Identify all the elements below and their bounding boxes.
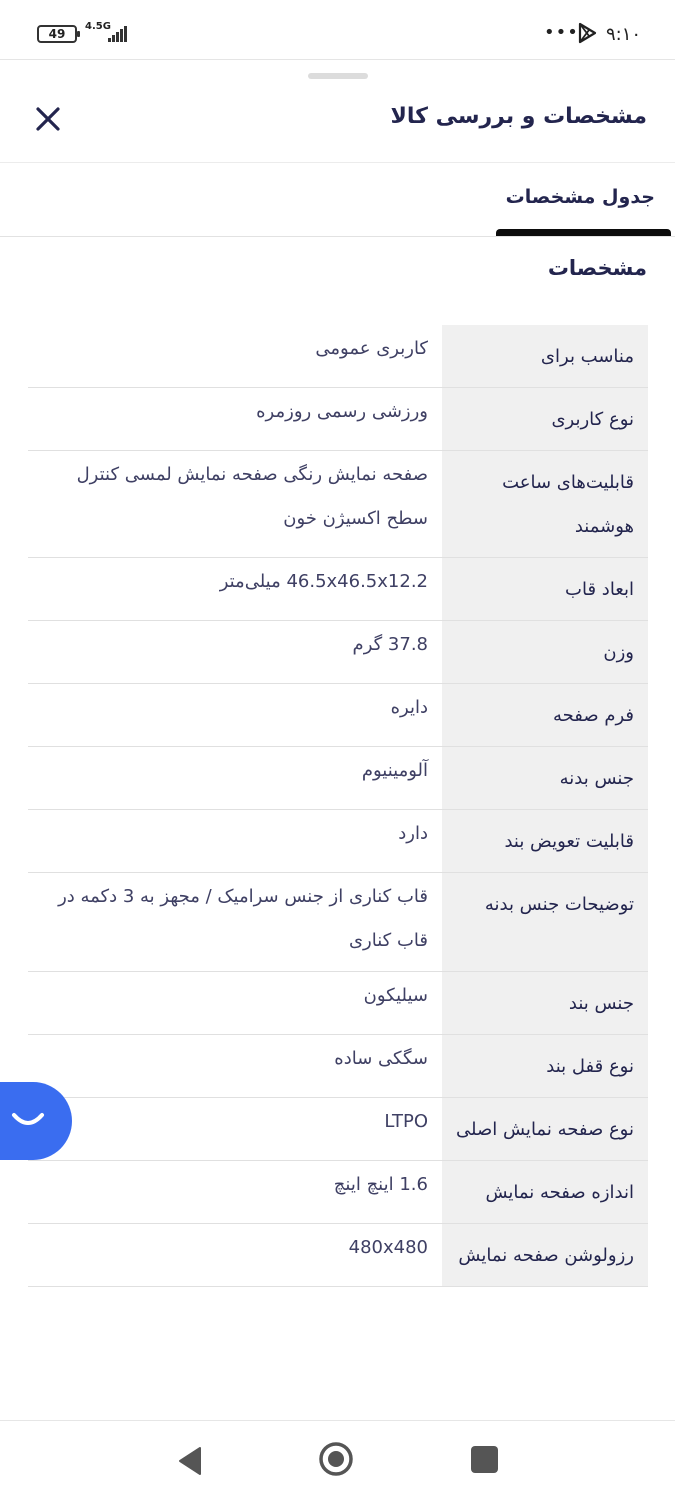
table-row: نوع صفحه نمایش اصلی LTPO [28,1098,648,1161]
spec-key: ابعاد قاب [442,558,648,620]
play-store-icon [578,22,597,44]
table-row: نوع قفل بند سگکی ساده [28,1035,648,1098]
spec-value: کاربری عمومی [315,338,428,359]
back-triangle-icon[interactable] [176,1445,204,1477]
spec-key: قابلیت‌های ساعت هوشمند [442,451,648,557]
notification-dots-icon: ••• [544,22,579,43]
section-title: مشخصات [547,256,647,280]
table-row: فرم صفحه دایره [28,684,648,747]
spec-key: نوع صفحه نمایش اصلی [442,1098,648,1160]
spec-value: 1.6 اینچ اینچ [333,1174,428,1195]
battery-indicator: 49 [37,25,80,43]
header-divider [0,162,675,163]
table-row: قابلیت تعویض بند دارد [28,810,648,873]
spec-key: اندازه صفحه نمایش [442,1161,648,1223]
table-row: نوع کاربری ورزشی رسمی روزمره [28,388,648,451]
chat-smile-icon [12,1113,44,1125]
spec-value: دایره [390,697,428,718]
spec-key: قابلیت تعویض بند [442,810,648,872]
spec-value: ورزشی رسمی روزمره [256,401,428,422]
spec-value: دارد [398,823,428,844]
close-icon[interactable] [34,105,62,133]
spec-value: 480x480 [348,1237,428,1258]
recents-square-icon[interactable] [471,1446,498,1473]
table-row: توضیحات جنس بدنه قاب کناری از جنس سرامیک… [28,873,648,972]
table-row: جنس بند سیلیکون [28,972,648,1035]
spec-key: مناسب برای [442,325,648,387]
table-row: اندازه صفحه نمایش 1.6 اینچ اینچ [28,1161,648,1224]
system-navigation-bar [0,1420,675,1500]
status-bar: 49 4.5G ••• ۹:۱۰ [0,0,675,60]
table-row: رزولوشن صفحه نمایش 480x480 [28,1224,648,1287]
spec-key: جنس بدنه [442,747,648,809]
table-row: قابلیت‌های ساعت هوشمند صفحه نمایش رنگی ص… [28,451,648,558]
spec-value: سیلیکون [363,985,428,1006]
spec-key: فرم صفحه [442,684,648,746]
spec-value: سگکی ساده [334,1048,428,1069]
specs-table: مناسب برای کاربری عمومی نوع کاربری ورزشی… [28,325,648,1287]
tabs-divider [0,236,675,237]
spec-key: نوع کاربری [442,388,648,450]
spec-key: نوع قفل بند [442,1035,648,1097]
sheet-title: مشخصات و بررسی کالا [390,104,647,129]
home-circle-icon[interactable] [318,1441,354,1477]
spec-key: رزولوشن صفحه نمایش [442,1224,648,1286]
sheet-drag-handle[interactable] [308,73,368,79]
spec-value: صفحه نمایش رنگی صفحه نمایش لمسی کنترل سط… [76,464,428,529]
spec-key: وزن [442,621,648,683]
tab-specs-table[interactable]: جدول مشخصات [506,186,655,208]
table-row: جنس بدنه آلومینیوم [28,747,648,810]
table-row: مناسب برای کاربری عمومی [28,325,648,388]
spec-value: 46.5x46.5x12.2 میلی‌متر [219,571,428,592]
spec-key: توضیحات جنس بدنه [442,873,648,971]
signal-strength-icon [108,26,128,42]
spec-value: آلومینیوم [361,760,428,781]
spec-key: جنس بند [442,972,648,1034]
spec-value: LTPO [384,1111,428,1132]
spec-value: 37.8 گرم [352,634,428,655]
clock: ۹:۱۰ [606,24,642,45]
table-row: ابعاد قاب 46.5x46.5x12.2 میلی‌متر [28,558,648,621]
spec-value: قاب کناری از جنس سرامیک / مجهز به 3 دکمه… [58,886,428,951]
table-row: وزن 37.8 گرم [28,621,648,684]
